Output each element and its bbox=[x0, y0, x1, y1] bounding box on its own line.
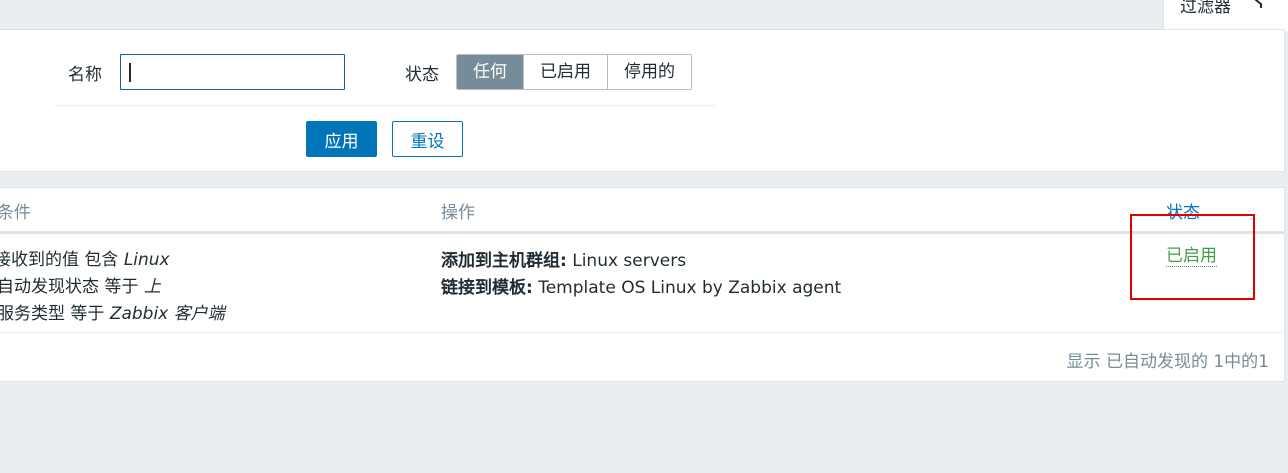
apply-button[interactable]: 应用 bbox=[306, 121, 377, 157]
operation-line: 链接到模板: Template OS Linux by Zabbix agent bbox=[441, 278, 842, 298]
row-divider bbox=[0, 332, 1285, 333]
text-caret bbox=[129, 63, 131, 82]
name-label: 名称 bbox=[68, 65, 102, 85]
reset-button[interactable]: 重设 bbox=[392, 121, 463, 157]
filter-panel: 名称 状态 任何 已启用 停用的 应用 重设 bbox=[0, 29, 1285, 172]
discovery-rules-table: 条件 操作 状态 接收到的值 包含 Linux 自动发现状态 等于 上 服务类型… bbox=[0, 187, 1285, 382]
status-segmented-control: 任何 已启用 停用的 bbox=[456, 54, 692, 90]
funnel-icon bbox=[1255, 0, 1262, 8]
status-option-enabled[interactable]: 已启用 bbox=[523, 55, 607, 89]
filter-tab[interactable]: 过滤器 bbox=[1163, 0, 1288, 31]
highlight-box bbox=[1130, 214, 1255, 300]
filter-tab-label: 过滤器 bbox=[1180, 0, 1231, 17]
header-conditions: 条件 bbox=[0, 203, 31, 223]
condition-line: 接收到的值 包含 Linux bbox=[0, 250, 170, 270]
header-divider bbox=[0, 231, 1285, 234]
status-option-any[interactable]: 任何 bbox=[457, 55, 523, 89]
condition-line: 服务类型 等于 Zabbix 客户端 bbox=[0, 304, 225, 324]
header-operations: 操作 bbox=[441, 203, 475, 223]
condition-line: 自动发现状态 等于 上 bbox=[0, 277, 161, 297]
filter-divider bbox=[54, 105, 715, 106]
name-input[interactable] bbox=[120, 54, 345, 90]
table-footer-count: 显示 已自动发现的 1中的1 bbox=[1066, 352, 1269, 372]
status-option-disabled[interactable]: 停用的 bbox=[607, 55, 691, 89]
status-label: 状态 bbox=[405, 65, 439, 85]
operation-line: 添加到主机群组: Linux servers bbox=[441, 251, 687, 271]
